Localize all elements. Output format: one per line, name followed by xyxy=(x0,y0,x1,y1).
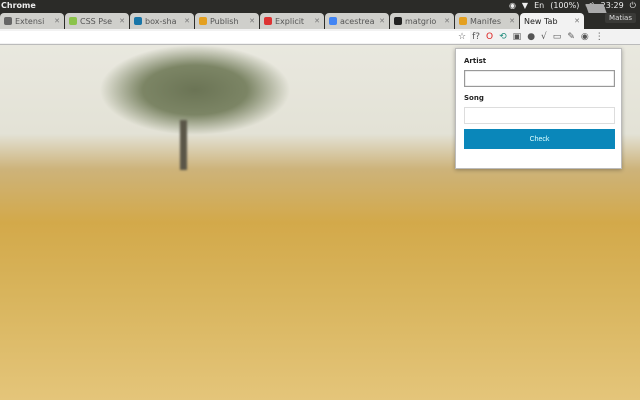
tab[interactable]: matgrio ✕ xyxy=(390,13,454,29)
tab[interactable]: Publish ✕ xyxy=(195,13,259,29)
keyboard-indicator[interactable]: En xyxy=(534,0,544,12)
sync-icon[interactable]: ⟲ xyxy=(499,31,507,43)
ext3-icon[interactable]: √ xyxy=(541,31,547,43)
favicon-icon xyxy=(4,17,12,25)
extension-popup: Artist Song Check xyxy=(455,48,622,169)
app-title: Chrome xyxy=(1,1,36,10)
tab[interactable]: acestrea ✕ xyxy=(325,13,389,29)
tab-title: matgrio xyxy=(405,16,437,26)
tab-title: acestrea xyxy=(340,16,375,26)
tab-title: Extensi xyxy=(15,16,45,26)
system-tray: ◉ ▼ En (100%) ◀) 23:29 ⏻ xyxy=(509,0,636,12)
battery-indicator[interactable]: (100%) xyxy=(550,0,579,12)
tab-title: Manifes xyxy=(470,16,502,26)
close-icon[interactable]: ✕ xyxy=(184,17,190,25)
tab[interactable]: Manifes ✕ xyxy=(455,13,519,29)
close-icon[interactable]: ✕ xyxy=(379,17,385,25)
artist-input[interactable] xyxy=(464,70,615,87)
ext2-icon[interactable]: ● xyxy=(527,31,535,43)
wifi-icon[interactable]: ▼ xyxy=(522,0,528,12)
tab[interactable]: CSS Pse ✕ xyxy=(65,13,129,29)
close-icon[interactable]: ✕ xyxy=(54,17,60,25)
system-top-bar: Chrome ◉ ▼ En (100%) ◀) 23:29 ⏻ xyxy=(0,0,640,12)
tab-strip: Extensi ✕ CSS Pse ✕ box-sha ✕ Publish ✕ Explicit… xyxy=(0,12,640,29)
tab[interactable]: Explicit ✕ xyxy=(260,13,324,29)
favicon-icon xyxy=(69,17,77,25)
tab-title: Explicit xyxy=(275,16,305,26)
tab-title: box-sha xyxy=(145,16,177,26)
opera-icon[interactable]: O xyxy=(486,31,493,43)
close-icon[interactable]: ✕ xyxy=(444,17,450,25)
tab-title: CSS Pse xyxy=(80,16,113,26)
profile-button[interactable]: Matias xyxy=(605,13,636,23)
favicon-icon xyxy=(134,17,142,25)
song-label: Song xyxy=(464,94,484,102)
close-icon[interactable]: ✕ xyxy=(574,17,580,25)
menu-icon[interactable]: ⋮ xyxy=(595,31,604,43)
font-icon[interactable]: f? xyxy=(472,31,480,43)
avatar-icon[interactable]: ◉ xyxy=(581,31,589,43)
close-icon[interactable]: ✕ xyxy=(314,17,320,25)
close-icon[interactable]: ✕ xyxy=(249,17,255,25)
close-icon[interactable]: ✕ xyxy=(509,17,515,25)
artist-label: Artist xyxy=(464,57,487,65)
check-button[interactable]: Check xyxy=(464,129,615,149)
favicon-icon xyxy=(264,17,272,25)
favicon-icon xyxy=(329,17,337,25)
tab[interactable]: New Tab ✕ xyxy=(520,13,584,29)
tab[interactable]: Extensi ✕ xyxy=(0,13,64,29)
extension-icon[interactable]: ▣ xyxy=(513,31,522,43)
eyedropper-icon[interactable]: ✎ xyxy=(567,31,575,43)
chrome-icon[interactable]: ◉ xyxy=(509,0,516,12)
browser-toolbar: ☆ f? O ⟲ ▣ ● √ ▭ ✎ ◉ ⋮ xyxy=(0,29,640,45)
tree-image xyxy=(180,120,187,170)
tab-title: Publish xyxy=(210,16,239,26)
star-icon[interactable]: ☆ xyxy=(458,31,466,43)
close-icon[interactable]: ✕ xyxy=(119,17,125,25)
address-bar[interactable] xyxy=(0,31,470,43)
ext4-icon[interactable]: ▭ xyxy=(553,31,562,43)
tab[interactable]: box-sha ✕ xyxy=(130,13,194,29)
favicon-icon xyxy=(394,17,402,25)
power-icon[interactable]: ⏻ xyxy=(630,0,636,12)
new-tab-button[interactable] xyxy=(585,4,607,13)
song-input[interactable] xyxy=(464,107,615,124)
tab-title: New Tab xyxy=(524,16,558,26)
favicon-icon xyxy=(459,17,467,25)
favicon-icon xyxy=(199,17,207,25)
